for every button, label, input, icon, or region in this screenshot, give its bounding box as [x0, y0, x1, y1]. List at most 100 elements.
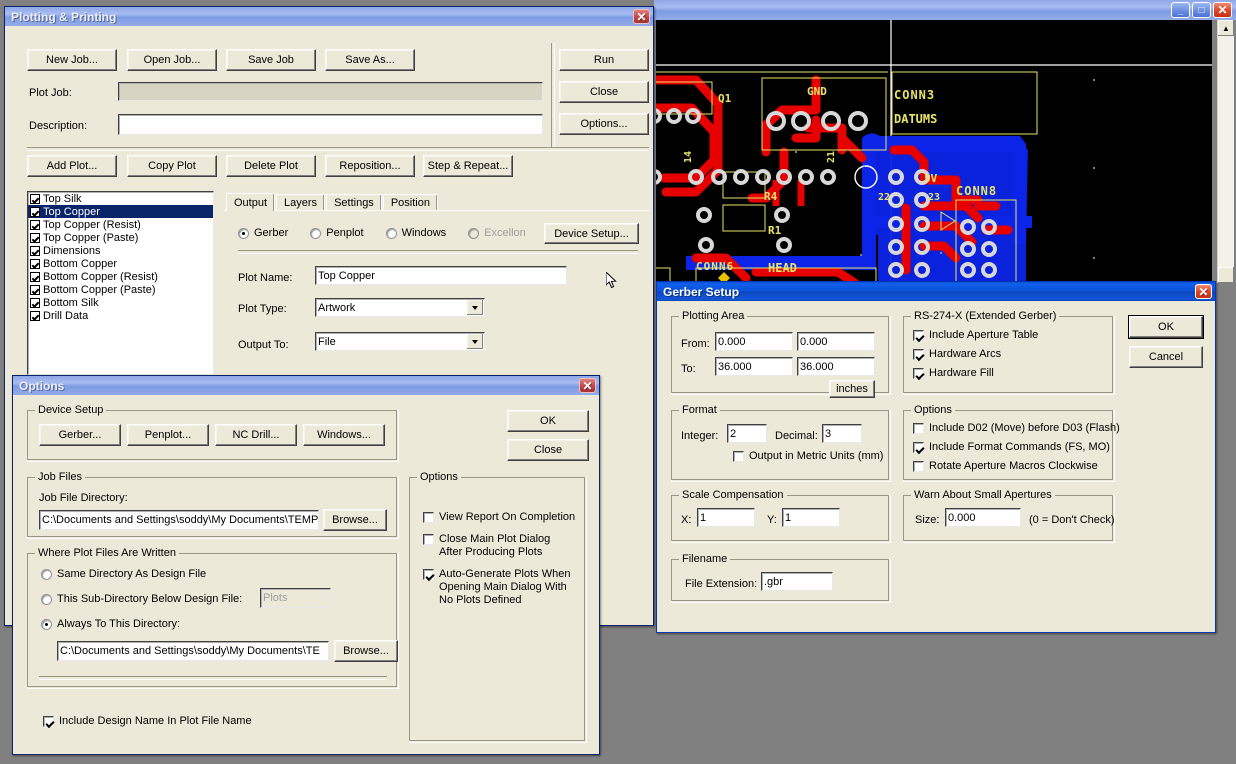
scroll-up-icon[interactable]: ▲	[1218, 20, 1234, 36]
open-job-button[interactable]: Open Job...	[127, 49, 217, 71]
tab-output[interactable]: Output	[226, 193, 276, 211]
checkbox-icon[interactable]	[30, 297, 40, 308]
tab-settings[interactable]: Settings	[326, 194, 382, 210]
sub-directory-input[interactable]: Plots	[260, 588, 331, 608]
pcb-canvas[interactable]: Q1 GND CONN3 DATUMS 14 21 22 23 5V CONN8…	[656, 20, 1212, 283]
add-plot-button[interactable]: Add Plot...	[27, 155, 117, 177]
maximize-icon[interactable]: □	[1192, 2, 1211, 18]
checkbox-icon[interactable]	[30, 271, 40, 282]
radio-penplot[interactable]: Penplot	[310, 227, 364, 239]
output-to-combobox[interactable]: File	[315, 332, 485, 351]
ok-button[interactable]: OK	[1129, 316, 1203, 338]
units-toggle-button[interactable]: inches	[829, 380, 875, 398]
scale-x-input[interactable]: 1	[697, 508, 755, 527]
always-directory-input[interactable]: C:\Documents and Settings\soddy\My Docum…	[57, 641, 329, 661]
plot-type-combobox[interactable]: Artwork	[315, 298, 485, 317]
layer-list-item[interactable]: Bottom Copper	[28, 257, 213, 270]
to-x-input[interactable]: 36.000	[715, 357, 793, 376]
gerber-option-checkbox[interactable]: Rotate Aperture Macros Clockwise	[913, 460, 1120, 473]
plot-job-input[interactable]	[118, 82, 543, 101]
close-icon[interactable]: ✕	[1213, 2, 1232, 18]
radio-same-directory[interactable]: Same Directory As Design File	[41, 568, 206, 580]
checkbox-icon[interactable]	[30, 206, 40, 217]
close-icon[interactable]: ✕	[633, 9, 650, 24]
layer-list-item[interactable]: Top Copper	[28, 205, 213, 218]
radio-gerber[interactable]: Gerber	[238, 227, 288, 239]
close-icon[interactable]: ✕	[579, 378, 596, 393]
nc-drill-setup-button[interactable]: NC Drill...	[215, 424, 297, 446]
layer-list-item[interactable]: Drill Data	[28, 309, 213, 322]
close-button[interactable]: Close	[559, 81, 649, 103]
new-job-button[interactable]: New Job...	[27, 49, 117, 71]
options-checkbox-list[interactable]: View Report On Completion Close Main Plot…	[423, 511, 583, 607]
gerber-option-checkbox[interactable]: Include Format Commands (FS, MO)	[913, 441, 1120, 454]
minimize-icon[interactable]: _	[1171, 2, 1190, 18]
reposition-button[interactable]: Reposition...	[325, 155, 415, 177]
checkbox-icon[interactable]	[30, 232, 40, 243]
run-button[interactable]: Run	[559, 49, 649, 71]
always-dir-browse-button[interactable]: Browse...	[334, 640, 398, 662]
vertical-scrollbar[interactable]: ▲	[1217, 20, 1234, 283]
description-input[interactable]	[118, 114, 543, 135]
rs274x-checkbox-list[interactable]: Include Aperture Table Hardware Arcs Hardw…	[913, 329, 1038, 380]
file-extension-input[interactable]: .gbr	[761, 572, 833, 591]
rs274x-option-checkbox[interactable]: Include Aperture Table	[913, 329, 1038, 342]
chevron-down-icon[interactable]	[467, 300, 483, 315]
job-file-directory-input[interactable]: C:\Documents and Settings\soddy\My Docum…	[39, 510, 319, 530]
aperture-size-input[interactable]: 0.000	[945, 508, 1021, 527]
plot-name-input[interactable]: Top Copper	[315, 266, 567, 285]
gerber-options-checkbox-list[interactable]: Include D02 (Move) before D03 (Flash) Inc…	[913, 422, 1120, 473]
decimal-input[interactable]: 3	[822, 424, 862, 443]
layer-list-item[interactable]: Top Copper (Resist)	[28, 218, 213, 231]
close-button[interactable]: Close	[507, 439, 589, 461]
delete-plot-button[interactable]: Delete Plot	[226, 155, 316, 177]
to-y-input[interactable]: 36.000	[797, 357, 875, 376]
layer-list-item[interactable]: Top Copper (Paste)	[28, 231, 213, 244]
from-y-input[interactable]: 0.000	[797, 332, 875, 351]
options-button[interactable]: Options...	[559, 113, 649, 135]
penplot-setup-button[interactable]: Penplot...	[127, 424, 209, 446]
device-setup-button[interactable]: Device Setup...	[544, 223, 639, 244]
scrollbar-thumb[interactable]	[1218, 267, 1234, 283]
checkbox-icon[interactable]	[30, 310, 40, 321]
layer-list-item[interactable]: Dimensions	[28, 244, 213, 257]
radio-always-directory[interactable]: Always To This Directory:	[41, 618, 180, 630]
save-job-button[interactable]: Save Job	[226, 49, 316, 71]
ok-button[interactable]: OK	[507, 410, 589, 432]
option-checkbox[interactable]: View Report On Completion	[423, 511, 583, 524]
plot-tabstrip[interactable]: Output Layers Settings Position	[226, 193, 439, 211]
option-checkbox[interactable]: Close Main Plot Dialog After Producing P…	[423, 533, 583, 559]
tab-layers[interactable]: Layers	[276, 194, 326, 210]
layer-list-item[interactable]: Bottom Silk	[28, 296, 213, 309]
cancel-button[interactable]: Cancel	[1129, 346, 1203, 368]
windows-setup-button[interactable]: Windows...	[303, 424, 385, 446]
rs274x-option-checkbox[interactable]: Hardware Arcs	[913, 348, 1038, 361]
checkbox-icon[interactable]	[30, 193, 40, 204]
output-format-radiogroup[interactable]: Gerber Penplot Windows Excellon	[238, 227, 526, 239]
gerber-setup-button[interactable]: Gerber...	[39, 424, 121, 446]
step-repeat-button[interactable]: Step & Repeat...	[423, 155, 513, 177]
rs274x-option-checkbox[interactable]: Hardware Fill	[913, 367, 1038, 380]
tab-position[interactable]: Position	[382, 194, 438, 210]
job-dir-browse-button[interactable]: Browse...	[323, 509, 387, 531]
copy-plot-button[interactable]: Copy Plot	[127, 155, 217, 177]
close-icon[interactable]: ✕	[1195, 284, 1212, 299]
from-x-input[interactable]: 0.000	[715, 332, 793, 351]
option-checkbox[interactable]: Auto-Generate Plots When Opening Main Di…	[423, 568, 583, 607]
checkbox-icon[interactable]	[30, 284, 40, 295]
radio-sub-directory[interactable]: This Sub-Directory Below Design File:	[41, 593, 242, 605]
layer-list-item[interactable]: Bottom Copper (Resist)	[28, 270, 213, 283]
scale-y-input[interactable]: 1	[782, 508, 840, 527]
layer-list-item[interactable]: Top Silk	[28, 192, 213, 205]
layer-listbox[interactable]: Top Silk Top Copper Top Copper (Resist) Top…	[27, 191, 214, 375]
gerber-option-checkbox[interactable]: Include D02 (Move) before D03 (Flash)	[913, 422, 1120, 435]
radio-windows[interactable]: Windows	[385, 227, 446, 239]
layer-list-item[interactable]: Bottom Copper (Paste)	[28, 283, 213, 296]
checkbox-icon[interactable]	[30, 219, 40, 230]
integer-input[interactable]: 2	[727, 424, 767, 443]
checkbox-icon[interactable]	[30, 258, 40, 269]
chevron-down-icon[interactable]	[467, 334, 483, 349]
include-design-name-checkbox[interactable]: Include Design Name In Plot File Name	[43, 715, 252, 728]
save-as-button[interactable]: Save As...	[325, 49, 415, 71]
checkbox-icon[interactable]	[30, 245, 40, 256]
